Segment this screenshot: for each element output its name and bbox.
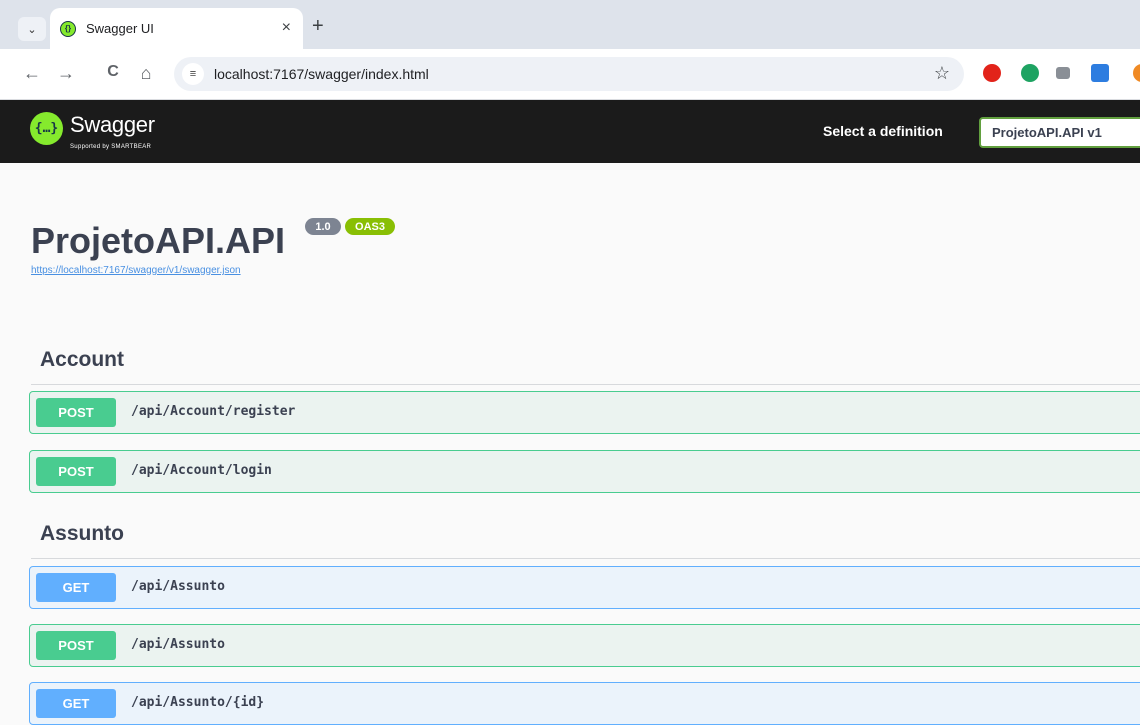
trello-extension-icon[interactable] [1091, 64, 1109, 82]
operation-post-account-register[interactable]: POST /api/Account/register [29, 391, 1140, 434]
operation-path: /api/Assunto [131, 637, 225, 652]
operation-post-account-login[interactable]: POST /api/Account/login [29, 450, 1140, 493]
method-badge: GET [36, 689, 116, 718]
operation-get-assunto[interactable]: GET /api/Assunto [29, 566, 1140, 609]
bookmark-star-icon[interactable]: ☆ [934, 63, 950, 84]
oas-badge: OAS3 [345, 218, 395, 235]
back-icon[interactable]: ← [22, 63, 42, 84]
swagger-logo-icon[interactable]: {…} [30, 112, 63, 145]
url-text[interactable]: localhost:7167/swagger/index.html [214, 66, 429, 82]
new-tab-button[interactable]: + [312, 15, 324, 38]
camera-extension-icon[interactable] [1056, 67, 1070, 79]
select-definition-label: Select a definition [823, 123, 943, 139]
browser-tab[interactable]: {} Swagger UI × [50, 8, 303, 49]
site-info-icon[interactable]: ≡ [182, 63, 204, 85]
version-badge: 1.0 [305, 218, 341, 235]
swagger-favicon-icon: {} [60, 20, 76, 37]
tag-heading-assunto[interactable]: Assunto [40, 522, 124, 546]
operation-path: /api/Assunto/{id} [131, 695, 265, 710]
api-title: ProjetoAPI.API [31, 220, 286, 261]
logo-text[interactable]: Swagger [70, 112, 155, 138]
check-extension-icon[interactable] [1021, 64, 1039, 82]
forward-icon[interactable]: → [56, 63, 76, 84]
method-badge: GET [36, 573, 116, 602]
operation-path: /api/Account/login [131, 463, 272, 478]
opera-extension-icon[interactable] [983, 64, 1001, 82]
method-badge: POST [36, 631, 116, 660]
operation-path: /api/Account/register [131, 404, 296, 419]
browser-toolbar: ← → C ⌂ ≡ localhost:7167/swagger/index.h… [0, 49, 1140, 100]
swagger-topbar: {…} Swagger Supported by SMARTBEAR Selec… [0, 100, 1140, 163]
logo-subtitle: Supported by SMARTBEAR [70, 144, 152, 150]
method-badge: POST [36, 398, 116, 427]
definition-select[interactable]: ProjetoAPI.API v1 [979, 117, 1140, 148]
operation-get-assunto-by-id[interactable]: GET /api/Assunto/{id} [29, 682, 1140, 725]
address-bar[interactable]: ≡ localhost:7167/swagger/index.html ☆ [174, 57, 964, 91]
tag-divider [31, 558, 1140, 559]
orange-extension-icon[interactable] [1133, 64, 1140, 82]
operation-post-assunto[interactable]: POST /api/Assunto [29, 624, 1140, 667]
tag-divider [31, 384, 1140, 385]
tag-heading-account[interactable]: Account [40, 348, 124, 372]
tab-title: Swagger UI [86, 21, 154, 36]
close-tab-icon[interactable]: × [282, 19, 291, 37]
reload-icon[interactable]: C [103, 63, 123, 81]
browser-tab-bar: ⌄ {} Swagger UI × + [0, 0, 1140, 49]
method-badge: POST [36, 457, 116, 486]
spec-url-link[interactable]: https://localhost:7167/swagger/v1/swagge… [31, 265, 241, 276]
tab-search-dropdown-icon[interactable]: ⌄ [18, 17, 46, 41]
home-icon[interactable]: ⌂ [136, 63, 156, 84]
operation-path: /api/Assunto [131, 579, 225, 594]
